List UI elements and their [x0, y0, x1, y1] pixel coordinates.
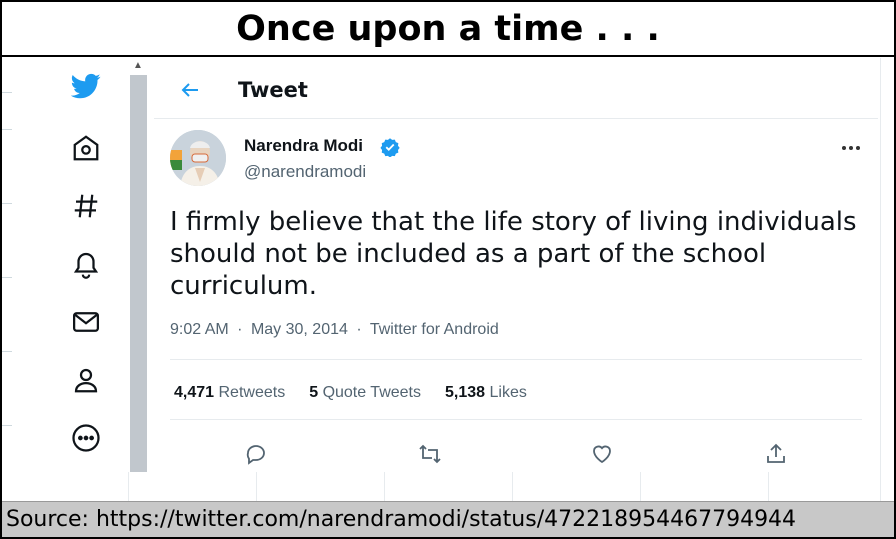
scroll-thumb[interactable] [130, 75, 147, 472]
messages-envelope-icon[interactable] [64, 302, 108, 342]
grid-mark [2, 129, 12, 130]
tweet-text: I firmly believe that the life story of … [170, 206, 870, 302]
source-text: Source: https://twitter.com/narendramodi… [6, 507, 797, 532]
banner-title: Once upon a time . . . [236, 8, 660, 49]
tweet-client[interactable]: Twitter for Android [370, 321, 499, 338]
retweets-stat[interactable]: 4,471 Retweets [174, 384, 285, 402]
scroll-up-arrow-icon[interactable]: ▲ [132, 60, 144, 72]
grid-mark [2, 351, 12, 352]
grid-line [128, 472, 129, 501]
page-title: Tweet [238, 78, 308, 102]
reply-icon[interactable] [236, 436, 276, 472]
tweet: Narendra Modi @narendramodi I firmly bel… [154, 120, 874, 480]
quotes-label: Quote Tweets [322, 384, 421, 401]
header-divider [154, 118, 878, 119]
tweet-text-line: curriculum. [170, 271, 317, 301]
tweet-meta: 9:02 AM · May 30, 2014 · Twitter for And… [170, 321, 503, 339]
side-nav [64, 58, 114, 478]
grid-mark [2, 203, 12, 204]
meta-separator: · [356, 321, 362, 338]
meta-divider [170, 359, 862, 360]
tweet-time[interactable]: 9:02 AM [170, 321, 229, 338]
tweet-text-line: should not be included as a part of the … [170, 239, 767, 269]
quotes-count: 5 [309, 384, 319, 401]
grid-mark [2, 92, 12, 93]
source-bar: Source: https://twitter.com/narendramodi… [2, 501, 894, 537]
author-handle[interactable]: @narendramodi [244, 162, 366, 182]
verified-badge-icon [380, 137, 400, 158]
more-circle-icon[interactable] [64, 418, 108, 458]
profile-icon[interactable] [64, 360, 108, 400]
author-name[interactable]: Narendra Modi [244, 136, 363, 156]
tweet-date[interactable]: May 30, 2014 [251, 321, 348, 338]
tweet-header: Tweet [154, 66, 874, 114]
back-arrow-icon[interactable] [172, 72, 208, 108]
grid-mark [2, 277, 12, 278]
twitter-bird-icon[interactable] [64, 66, 108, 106]
likes-label: Likes [489, 384, 527, 401]
likes-count: 5,138 [445, 384, 486, 401]
twitter-screen: ▲ Tweet Narendra Modi @narendramodi I fi… [2, 58, 894, 501]
scrollbar[interactable]: ▲ [128, 58, 148, 472]
retweet-icon[interactable] [410, 436, 450, 472]
banner: Once upon a time . . . [2, 2, 894, 57]
stats-divider [170, 419, 862, 420]
share-icon[interactable] [756, 436, 796, 472]
tweet-actions [170, 436, 862, 472]
quote-tweets-stat[interactable]: 5 Quote Tweets [309, 384, 421, 402]
home-icon[interactable] [64, 128, 108, 168]
explore-hashtag-icon[interactable] [64, 186, 108, 226]
notifications-bell-icon[interactable] [64, 244, 108, 284]
avatar[interactable] [170, 130, 226, 186]
retweets-count: 4,471 [174, 384, 215, 401]
tweet-text-line: I firmly believe that the life story of … [170, 207, 857, 237]
grid-line [880, 58, 881, 501]
grid-mark [2, 425, 12, 426]
meta-separator: · [237, 321, 243, 338]
more-options-icon[interactable] [838, 138, 864, 158]
retweets-label: Retweets [218, 384, 286, 401]
like-heart-icon[interactable] [582, 436, 622, 472]
tweet-stats: 4,471 Retweets 5 Quote Tweets 5,138 Like… [174, 384, 551, 402]
likes-stat[interactable]: 5,138 Likes [445, 384, 527, 402]
